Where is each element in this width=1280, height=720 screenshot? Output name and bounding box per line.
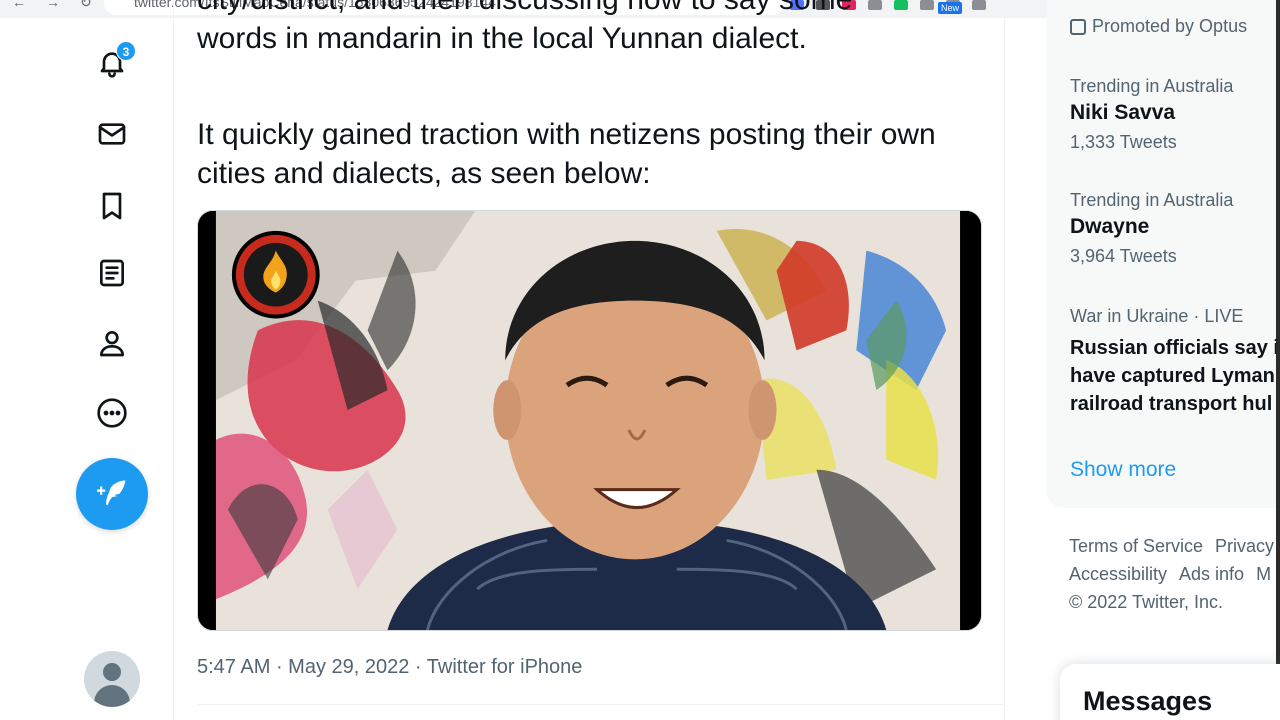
nav-notifications[interactable]: 3 (92, 41, 136, 83)
tweet-text-part2: It quickly gained traction with netizens… (197, 118, 936, 190)
bookmark-icon (102, 192, 122, 220)
show-more-link[interactable]: Show more (1070, 458, 1176, 482)
tweet-date[interactable]: May 29, 2022 (288, 656, 409, 678)
tweet-video[interactable] (197, 210, 982, 631)
news-headline-line: Russian officials say i (1070, 337, 1279, 359)
meta-separator: · (270, 656, 289, 678)
avatar-head (103, 663, 121, 681)
person-icon (100, 331, 124, 357)
trends-panel: Promoted by Optus Trending in Australia … (1047, 0, 1280, 508)
avatar-body (94, 685, 130, 707)
more-link[interactable]: M (1256, 564, 1271, 584)
trend-name: Dwayne (1070, 215, 1150, 238)
terms-link[interactable]: Terms of Service (1069, 536, 1203, 556)
footer-row: Terms of Service Privacy (1069, 532, 1280, 560)
tweet-text-line: words in mandarin in the local Yunnan di… (197, 22, 807, 55)
left-nav: 3 (72, 0, 152, 720)
footer-links: Terms of Service Privacy Accessibility Ads… (1069, 532, 1280, 616)
account-avatar[interactable] (84, 651, 140, 707)
promoted-text: Promoted by Optus (1092, 16, 1248, 36)
list-icon (100, 259, 124, 287)
copyright: © 2022 Twitter, Inc. (1069, 592, 1224, 612)
tweet-time[interactable]: 5:47 AM (197, 656, 270, 678)
promoted-icon (1070, 18, 1086, 35)
meta-separator: · (409, 656, 427, 678)
messages-title: Messages (1083, 686, 1213, 716)
trend-name: Niki Savva (1070, 101, 1176, 124)
trend-count: 1,333 Tweets (1070, 132, 1177, 152)
tweet-detail-column: city/district, and then discussing how t… (173, 0, 1005, 720)
privacy-link[interactable]: Privacy (1215, 536, 1274, 556)
more-circle-icon (97, 398, 127, 428)
trend-context: Trending in Australia (1070, 76, 1234, 96)
accessibility-link[interactable]: Accessibility (1069, 564, 1167, 584)
footer-row: Accessibility Ads info M (1069, 560, 1280, 588)
tweet-metadata: 5:47 AM · May 29, 2022 · Twitter for iPh… (197, 656, 582, 679)
tweet-text-line: city/district, and then discussing how t… (197, 0, 977, 19)
trend-count: 3,964 Tweets (1070, 246, 1177, 266)
ads-info-link[interactable]: Ads info (1179, 564, 1244, 584)
nav-bookmarks[interactable] (92, 186, 132, 226)
news-headline-line: have captured Lyman (1070, 365, 1275, 387)
video-frame (198, 211, 981, 630)
tweet-text-part1: city/district, and then discussing how t… (197, 0, 977, 58)
trend-item[interactable]: Trending in Australia Niki Savva 1,333 T… (1070, 74, 1280, 156)
nav-messages[interactable] (92, 114, 132, 154)
trend-context: Trending in Australia (1070, 190, 1234, 210)
nav-profile[interactable] (92, 323, 132, 363)
news-context: War in Ukraine · LIVE (1070, 306, 1244, 326)
trend-item[interactable]: Trending in Australia Dwayne 3,964 Tweet… (1070, 188, 1280, 270)
scrollbar[interactable] (1276, 0, 1280, 720)
messages-drawer[interactable]: Messages (1060, 664, 1280, 720)
tweet-source[interactable]: Twitter for iPhone (427, 656, 583, 678)
nav-lists[interactable] (92, 253, 132, 293)
envelope-icon (98, 123, 126, 145)
notification-count-badge: 3 (116, 41, 136, 61)
divider (197, 704, 1004, 705)
news-item[interactable]: War in Ukraine · LIVE Russian officials … (1070, 304, 1280, 418)
compose-tweet-button[interactable] (76, 458, 148, 530)
news-headline-line: railroad transport hul (1070, 393, 1273, 415)
promoted-label: Promoted by Optus (1070, 16, 1247, 37)
nav-more[interactable] (92, 393, 132, 433)
feather-plus-icon (97, 480, 126, 506)
